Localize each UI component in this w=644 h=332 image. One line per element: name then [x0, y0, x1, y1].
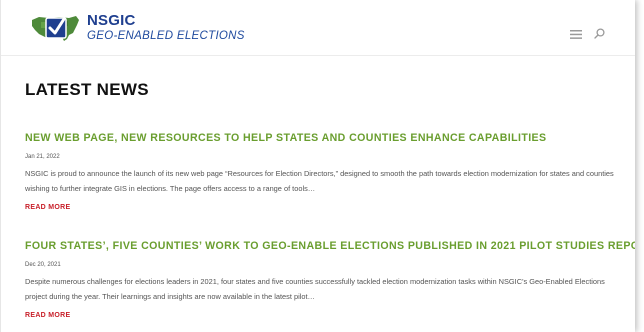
news-article: NEW WEB PAGE, NEW RESOURCES TO HELP STAT…: [25, 132, 615, 214]
logo-subtitle: GEO-ENABLED ELECTIONS: [87, 30, 245, 43]
search-icon[interactable]: [594, 26, 605, 44]
site-logo[interactable]: NSGIC GEO-ENABLED ELECTIONS: [29, 12, 245, 44]
hamburger-menu-icon[interactable]: [570, 26, 582, 44]
article-date: Jan 21, 2022: [25, 154, 60, 160]
us-map-checkmark-icon: [29, 12, 81, 44]
news-section: LATEST NEWS NEW WEB PAGE, NEW RESOURCES …: [25, 80, 635, 319]
news-article: FOUR STATES’, FIVE COUNTIES’ WORK TO GEO…: [25, 240, 635, 322]
section-title: LATEST NEWS: [25, 80, 149, 99]
browser-page: NSGIC GEO-ENABLED ELECTIONS LATEST NEWS: [0, 0, 635, 332]
article-excerpt: NSGIC is proud to announce the launch of…: [25, 169, 614, 193]
read-more-link[interactable]: READ MORE: [25, 312, 70, 319]
article-title-link[interactable]: NEW WEB PAGE, NEW RESOURCES TO HELP STAT…: [25, 132, 615, 144]
article-title-link[interactable]: FOUR STATES’, FIVE COUNTIES’ WORK TO GEO…: [25, 240, 635, 252]
logo-title: NSGIC: [87, 12, 136, 30]
header-icons: [570, 26, 605, 44]
article-date: Dec 20, 2021: [25, 262, 61, 268]
article-excerpt: Despite numerous challenges for election…: [25, 277, 605, 301]
read-more-link[interactable]: READ MORE: [25, 204, 70, 211]
site-header: NSGIC GEO-ENABLED ELECTIONS: [1, 0, 635, 56]
